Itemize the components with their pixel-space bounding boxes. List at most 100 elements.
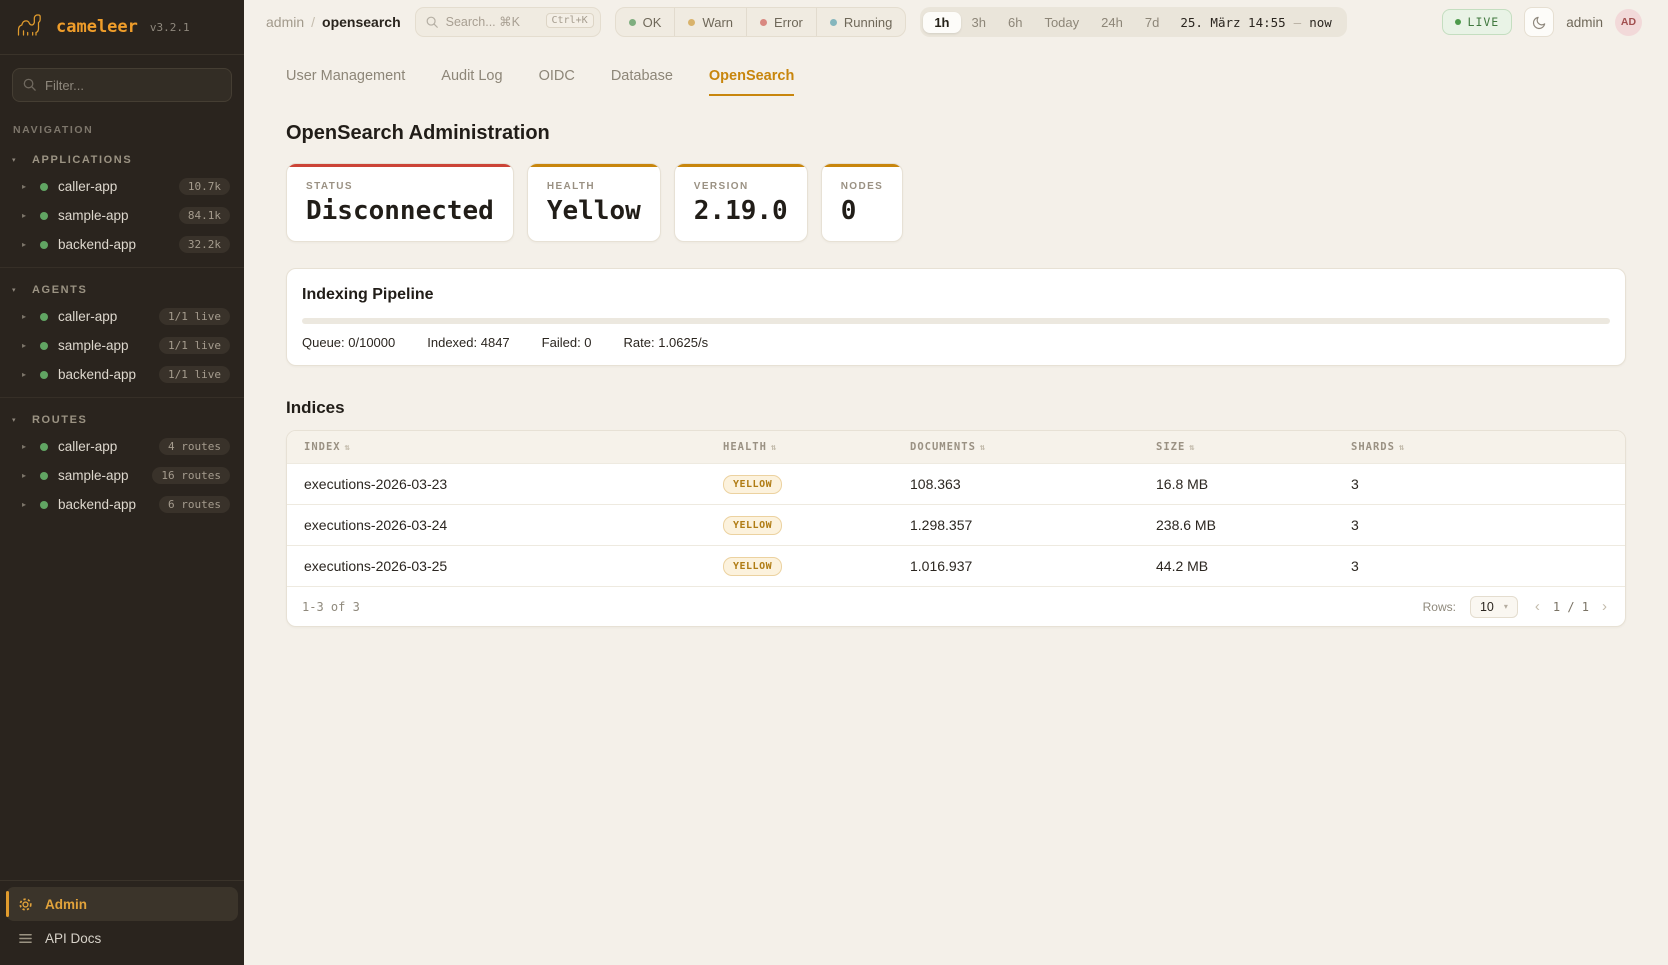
- sort-icon: ⇅: [980, 443, 986, 453]
- filter-chip-running[interactable]: Running: [816, 8, 905, 36]
- chevron-down-icon: ▾: [1504, 602, 1508, 611]
- tab-oidc[interactable]: OIDC: [539, 68, 575, 96]
- item-badge: 6 routes: [159, 496, 230, 513]
- filter-chip-warn[interactable]: Warn: [674, 8, 746, 36]
- section-header-routes[interactable]: ▾ ROUTES: [0, 406, 244, 432]
- item-label: caller-app: [58, 309, 151, 324]
- item-badge: 4 routes: [159, 438, 230, 455]
- pipeline-stat-failed: Failed: 0: [542, 335, 592, 350]
- breadcrumb-current: opensearch: [322, 14, 401, 30]
- sidebar-item-agent-caller[interactable]: ▸ caller-app 1/1 live: [0, 302, 244, 331]
- app-title: cameleer: [56, 17, 138, 37]
- tab-user-management[interactable]: User Management: [286, 68, 405, 96]
- section-header-agents[interactable]: ▾ AGENTS: [0, 276, 244, 302]
- time-range-1h[interactable]: 1h: [923, 12, 960, 33]
- pipeline-stat-rate: Rate: 1.0625/s: [624, 335, 709, 350]
- cell-shards: 3: [1334, 505, 1625, 546]
- table-row[interactable]: executions-2026-03-23 YELLOW 108.363 16.…: [287, 464, 1625, 505]
- chip-label: Error: [774, 15, 803, 30]
- column-header-health[interactable]: HEALTH⇅: [706, 431, 893, 464]
- previous-page-button[interactable]: ‹: [1532, 598, 1543, 615]
- filter-chip-ok[interactable]: OK: [616, 8, 675, 36]
- sidebar-item-route-backend[interactable]: ▸ backend-app 6 routes: [0, 490, 244, 519]
- breadcrumb: admin / opensearch: [266, 14, 401, 30]
- section-header-applications[interactable]: ▾ APPLICATIONS: [0, 146, 244, 172]
- time-range-group: 1h 3h 6h Today 24h 7d 25. März 14:55 — n…: [920, 7, 1346, 37]
- status-dot: [40, 212, 48, 220]
- topbar: admin / opensearch Ctrl+K OK Warn: [244, 0, 1668, 44]
- time-range-7d[interactable]: 7d: [1134, 12, 1170, 33]
- time-range-3h[interactable]: 3h: [961, 12, 997, 33]
- chevron-right-icon: ▸: [22, 500, 32, 509]
- card-accent-strip: [675, 164, 807, 167]
- sort-icon: ⇅: [771, 443, 777, 453]
- sidebar-item-app-backend[interactable]: ▸ backend-app 32.2k: [0, 230, 244, 259]
- indices-title: Indices: [286, 398, 1626, 418]
- dark-mode-toggle[interactable]: [1524, 7, 1554, 37]
- health-badge: YELLOW: [723, 475, 782, 494]
- cell-index: executions-2026-03-24: [287, 505, 706, 546]
- nav-section-routes: ▾ ROUTES ▸ caller-app 4 routes ▸ sample-…: [0, 397, 244, 519]
- card-accent-strip: [528, 164, 660, 167]
- time-range-today[interactable]: Today: [1033, 12, 1090, 33]
- indexing-pipeline-card: Indexing Pipeline Queue: 0/10000 Indexed…: [286, 268, 1626, 366]
- main-area: admin / opensearch Ctrl+K OK Warn: [244, 0, 1668, 965]
- sidebar: cameleer v3.2.1 NAVIGATION ▾ APPLICATION…: [0, 0, 244, 965]
- filter-chip-error[interactable]: Error: [746, 8, 816, 36]
- column-header-size[interactable]: SIZE⇅: [1139, 431, 1334, 464]
- item-label: backend-app: [58, 497, 151, 512]
- stat-label: HEALTH: [547, 181, 641, 192]
- page-indicator: 1 / 1: [1553, 600, 1589, 614]
- sidebar-item-route-sample[interactable]: ▸ sample-app 16 routes: [0, 461, 244, 490]
- admin-label: Admin: [45, 897, 87, 912]
- status-dot: [40, 342, 48, 350]
- sidebar-item-app-caller[interactable]: ▸ caller-app 10.7k: [0, 172, 244, 201]
- keyboard-shortcut-badge: Ctrl+K: [546, 13, 594, 28]
- rows-per-page-value: 10: [1480, 600, 1494, 614]
- status-card: STATUS Disconnected: [286, 163, 514, 242]
- running-dot: [830, 19, 837, 26]
- status-dot: [40, 313, 48, 321]
- user-name: admin: [1566, 15, 1603, 30]
- cell-shards: 3: [1334, 464, 1625, 505]
- tab-database[interactable]: Database: [611, 68, 673, 96]
- filter-input[interactable]: [12, 68, 232, 102]
- status-dot: [40, 501, 48, 509]
- sidebar-item-agent-sample[interactable]: ▸ sample-app 1/1 live: [0, 331, 244, 360]
- live-status-badge[interactable]: LIVE: [1442, 9, 1513, 35]
- stat-value: Yellow: [547, 196, 641, 226]
- tab-audit-log[interactable]: Audit Log: [441, 68, 502, 96]
- navigation-label: NAVIGATION: [13, 124, 244, 136]
- sidebar-item-route-caller[interactable]: ▸ caller-app 4 routes: [0, 432, 244, 461]
- column-header-documents[interactable]: DOCUMENTS⇅: [893, 431, 1139, 464]
- global-search[interactable]: Ctrl+K: [415, 7, 601, 37]
- column-header-shards[interactable]: SHARDS⇅: [1334, 431, 1625, 464]
- table-row[interactable]: executions-2026-03-25 YELLOW 1.016.937 4…: [287, 546, 1625, 587]
- next-page-button[interactable]: ›: [1599, 598, 1610, 615]
- table-row[interactable]: executions-2026-03-24 YELLOW 1.298.357 2…: [287, 505, 1625, 546]
- cell-size: 238.6 MB: [1139, 505, 1334, 546]
- table-header-row: INDEX⇅ HEALTH⇅ DOCUMENTS⇅ SIZE⇅ SHARDS⇅: [287, 431, 1625, 464]
- sidebar-item-agent-backend[interactable]: ▸ backend-app 1/1 live: [0, 360, 244, 389]
- date-range-display[interactable]: 25. März 14:55 — now: [1180, 15, 1331, 30]
- avatar[interactable]: AD: [1615, 9, 1642, 36]
- date-range-end: now: [1309, 15, 1332, 30]
- tab-opensearch[interactable]: OpenSearch: [709, 68, 794, 96]
- cell-size: 44.2 MB: [1139, 546, 1334, 587]
- sidebar-item-api-docs[interactable]: API Docs: [6, 921, 238, 955]
- time-range-6h[interactable]: 6h: [997, 12, 1033, 33]
- chevron-right-icon: ▸: [22, 442, 32, 451]
- cell-documents: 1.298.357: [893, 505, 1139, 546]
- table-footer-right: Rows: 10 ▾ ‹ 1 / 1 ›: [1423, 596, 1610, 618]
- rows-per-page-select[interactable]: 10 ▾: [1470, 596, 1518, 618]
- stat-value: 0: [841, 196, 884, 226]
- card-accent-strip: [822, 164, 903, 167]
- sidebar-item-admin[interactable]: Admin: [6, 887, 238, 921]
- breadcrumb-parent[interactable]: admin: [266, 14, 304, 30]
- sort-icon: ⇅: [1189, 443, 1195, 453]
- sidebar-item-app-sample[interactable]: ▸ sample-app 84.1k: [0, 201, 244, 230]
- time-range-24h[interactable]: 24h: [1090, 12, 1134, 33]
- stat-cards-row: STATUS Disconnected HEALTH Yellow VERSIO…: [286, 163, 1626, 242]
- opensearch-admin-page: OpenSearch Administration STATUS Disconn…: [244, 96, 1668, 627]
- column-header-index[interactable]: INDEX⇅: [287, 431, 706, 464]
